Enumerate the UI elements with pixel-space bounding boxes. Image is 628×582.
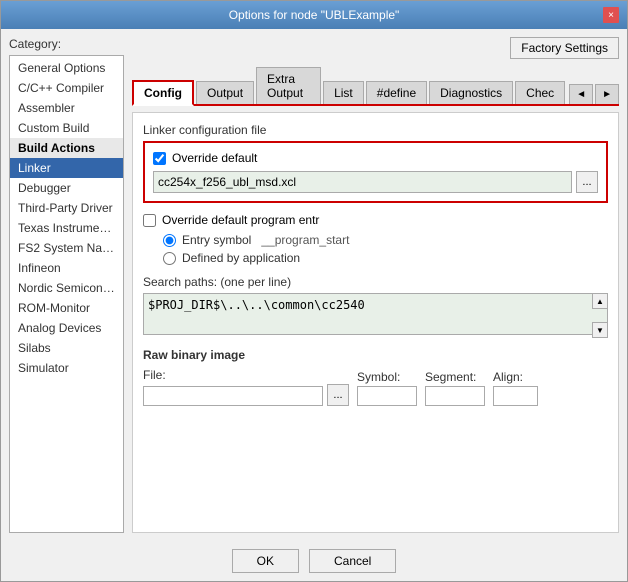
segment-label: Segment:	[425, 370, 485, 384]
category-label: Category:	[9, 37, 124, 51]
tabs-row: Config Output Extra Output List #define …	[132, 67, 619, 106]
search-paths-textarea[interactable]: $PROJ_DIR$\..\..\common\cc2540	[143, 293, 608, 335]
search-textarea-wrapper: $PROJ_DIR$\..\..\common\cc2540 ▲ ▼	[143, 293, 608, 338]
linker-file-input[interactable]: cc254x_f256_ubl_msd.xcl	[153, 171, 572, 193]
override-default-label: Override default	[172, 151, 257, 165]
raw-binary-section: Raw binary image File: ... Symbol:	[143, 348, 608, 406]
segment-group: Segment:	[425, 370, 485, 406]
ok-button[interactable]: OK	[232, 549, 299, 573]
override-program-label: Override default program entr	[162, 213, 319, 227]
search-paths-section: Search paths: (one per line) $PROJ_DIR$\…	[143, 275, 608, 338]
linker-file-row: cc254x_f256_ubl_msd.xcl ...	[153, 171, 598, 193]
tab-output[interactable]: Output	[196, 81, 254, 104]
content-area: Linker configuration file Override defau…	[132, 112, 619, 533]
sidebar-item-linker[interactable]: Linker	[10, 158, 123, 178]
sidebar-item-fs2[interactable]: FS2 System Navig	[10, 238, 123, 258]
file-group: File: ...	[143, 368, 349, 406]
entry-symbol-row: Entry symbol __program_start	[163, 233, 608, 247]
main-area: Factory Settings Config Output Extra Out…	[132, 37, 619, 533]
tab-more-left[interactable]: ◄	[569, 84, 593, 104]
program-entry-section: Override default program entr Entry symb…	[143, 213, 608, 265]
raw-fields-row: File: ... Symbol: Segment:	[143, 368, 608, 406]
tab-diagnostics[interactable]: Diagnostics	[429, 81, 513, 104]
sidebar-item-general-options[interactable]: General Options	[10, 58, 123, 78]
override-default-checkbox[interactable]	[153, 152, 166, 165]
tab-define[interactable]: #define	[366, 81, 427, 104]
segment-input[interactable]	[425, 386, 485, 406]
tab-extra-output[interactable]: Extra Output	[256, 67, 321, 104]
radio-group: Entry symbol __program_start Defined by …	[143, 233, 608, 265]
linker-file-browse-button[interactable]: ...	[576, 171, 598, 193]
raw-file-input[interactable]	[143, 386, 323, 406]
dialog-footer: OK Cancel	[1, 541, 627, 581]
raw-file-browse-button[interactable]: ...	[327, 384, 349, 406]
align-label: Align:	[493, 370, 538, 384]
override-program-checkbox[interactable]	[143, 214, 156, 227]
entry-symbol-radio[interactable]	[163, 234, 176, 247]
raw-binary-title: Raw binary image	[143, 348, 608, 362]
sidebar-item-nordic[interactable]: Nordic Semiconduc	[10, 278, 123, 298]
defined-by-app-label: Defined by application	[182, 251, 300, 265]
sidebar-item-simulator[interactable]: Simulator	[10, 358, 123, 378]
symbol-input[interactable]	[357, 386, 417, 406]
sidebar-item-c-compiler[interactable]: C/C++ Compiler	[10, 78, 123, 98]
search-paths-label: Search paths: (one per line)	[143, 275, 608, 289]
file-label: File:	[143, 368, 349, 382]
factory-settings-button[interactable]: Factory Settings	[510, 37, 619, 59]
override-default-row: Override default	[153, 151, 598, 165]
sidebar-item-silabs[interactable]: Silabs	[10, 338, 123, 358]
close-button[interactable]: ×	[603, 7, 619, 23]
title-bar: Options for node "UBLExample" ×	[1, 1, 627, 29]
search-scroll-up-button[interactable]: ▲	[592, 293, 608, 309]
tab-chec[interactable]: Chec	[515, 81, 565, 104]
factory-settings-row: Factory Settings	[132, 37, 619, 59]
dialog-body: Category: General Options C/C++ Compiler…	[1, 29, 627, 541]
sidebar-item-assembler[interactable]: Assembler	[10, 98, 123, 118]
defined-by-app-radio[interactable]	[163, 252, 176, 265]
sidebar-item-third-party[interactable]: Third-Party Driver	[10, 198, 123, 218]
entry-symbol-label: Entry symbol	[182, 233, 251, 247]
linker-config-section: Linker configuration file Override defau…	[143, 123, 608, 203]
sidebar-item-analog[interactable]: Analog Devices	[10, 318, 123, 338]
sidebar: Category: General Options C/C++ Compiler…	[9, 37, 124, 533]
dialog-title: Options for node "UBLExample"	[25, 8, 603, 22]
sidebar-list[interactable]: General Options C/C++ Compiler Assembler…	[9, 55, 124, 533]
cancel-button[interactable]: Cancel	[309, 549, 396, 573]
sidebar-item-custom-build[interactable]: Custom Build	[10, 118, 123, 138]
tab-config[interactable]: Config	[132, 80, 194, 106]
tab-more-right[interactable]: ►	[595, 84, 619, 104]
sidebar-item-texas[interactable]: Texas Instruments	[10, 218, 123, 238]
align-group: Align:	[493, 370, 538, 406]
align-input[interactable]	[493, 386, 538, 406]
sidebar-item-debugger[interactable]: Debugger	[10, 178, 123, 198]
program-checkbox-row: Override default program entr	[143, 213, 608, 227]
sidebar-item-build-actions[interactable]: Build Actions	[10, 138, 123, 158]
sidebar-item-rom-monitor[interactable]: ROM-Monitor	[10, 298, 123, 318]
raw-file-row: ...	[143, 384, 349, 406]
search-scroll-down-button[interactable]: ▼	[592, 322, 608, 338]
tab-list[interactable]: List	[323, 81, 364, 104]
override-box: Override default cc254x_f256_ubl_msd.xcl…	[143, 141, 608, 203]
options-dialog: Options for node "UBLExample" × Category…	[0, 0, 628, 582]
sidebar-item-infineon[interactable]: Infineon	[10, 258, 123, 278]
linker-config-title: Linker configuration file	[143, 123, 608, 137]
entry-symbol-value: __program_start	[261, 233, 349, 247]
symbol-label: Symbol:	[357, 370, 417, 384]
symbol-group: Symbol:	[357, 370, 417, 406]
defined-by-app-row: Defined by application	[163, 251, 608, 265]
